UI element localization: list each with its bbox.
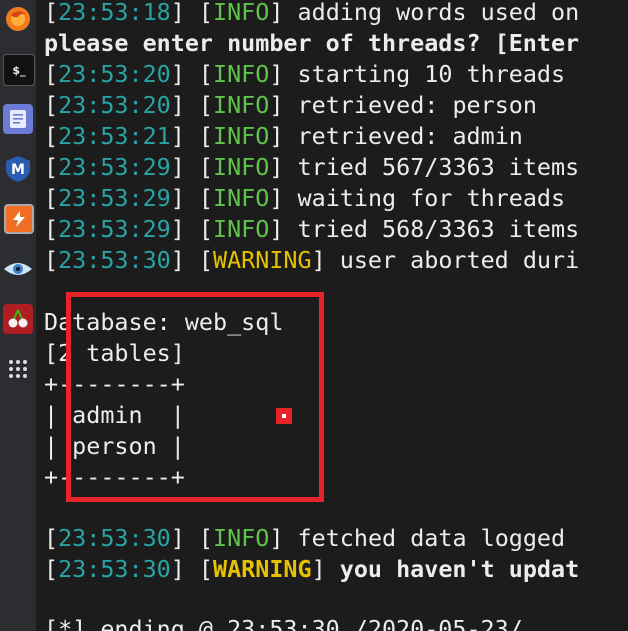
log-timestamp: 23:53:29 [58, 184, 171, 212]
log-line: [23:53:20] [INFO] starting 10 threads [44, 60, 566, 88]
cursor-marker [276, 408, 292, 424]
log-timestamp: 23:53:20 [58, 91, 171, 119]
cherrytree-icon[interactable] [3, 304, 33, 334]
log-level: INFO [213, 122, 270, 150]
eye-icon[interactable] [3, 254, 33, 284]
terminal-output[interactable]: [23:53:18] [INFO] adding words used on p… [36, 0, 628, 631]
log-line: [23:53:29] [INFO] tried 568/3363 items [44, 215, 580, 243]
log-line: [23:53:20] [INFO] retrieved: person [44, 91, 537, 119]
log-timestamp: 23:53:30 [58, 246, 171, 274]
burpsuite-icon[interactable] [4, 204, 34, 234]
log-message: fetched data logged [283, 524, 566, 552]
log-line: [23:53:18] [INFO] adding words used on [44, 0, 580, 26]
log-message: user aborted duri [325, 246, 580, 274]
log-line: [23:53:30] [WARNING] user aborted duri [44, 246, 580, 274]
firefox-icon[interactable] [3, 4, 33, 34]
log-level-warning: WARNING [213, 555, 312, 583]
terminal-icon[interactable]: $_ [3, 54, 35, 86]
text-editor-icon[interactable] [3, 104, 33, 134]
log-timestamp: 23:53:30 [58, 524, 171, 552]
log-level: INFO [213, 524, 270, 552]
threads-prompt: please enter number of threads? [Enter [44, 29, 580, 57]
log-timestamp: 23:53:21 [58, 122, 171, 150]
log-message: retrieved: person [283, 91, 537, 119]
log-message: starting 10 threads [283, 60, 566, 88]
log-line: [23:53:30] [WARNING] you haven't updat [44, 555, 580, 583]
log-message: retrieved: admin [283, 122, 523, 150]
log-timestamp: 23:53:30 [58, 555, 171, 583]
log-line: [23:53:29] [INFO] tried 567/3363 items [44, 153, 580, 181]
app-dock: $_ M [0, 0, 37, 631]
log-timestamp: 23:53:29 [58, 215, 171, 243]
log-timestamp: 23:53:29 [58, 153, 171, 181]
log-message: waiting for threads [283, 184, 566, 212]
log-timestamp: 23:53:20 [58, 60, 171, 88]
log-level: INFO [213, 153, 270, 181]
app-grid-icon[interactable] [3, 354, 33, 384]
highlight-box [66, 292, 324, 502]
log-message: adding words used on [283, 0, 580, 26]
log-message: tried 567/3363 items [283, 153, 580, 181]
log-level: INFO [213, 60, 270, 88]
svg-text:M: M [11, 162, 25, 178]
log-level: INFO [213, 91, 270, 119]
log-line: [23:53:30] [INFO] fetched data logged [44, 524, 566, 552]
log-line: [23:53:21] [INFO] retrieved: admin [44, 122, 523, 150]
metasploit-icon[interactable]: M [3, 154, 33, 184]
log-timestamp: 23:53:18 [58, 0, 171, 26]
log-line: [23:53:29] [INFO] waiting for threads [44, 184, 566, 212]
log-level: INFO [213, 0, 270, 26]
log-message: you haven't updat [325, 555, 580, 583]
session-ending-line: [*] ending @ 23:53:30 /2020-05-23/ [44, 615, 523, 631]
log-level-warning: WARNING [213, 246, 312, 274]
log-level: INFO [213, 215, 270, 243]
log-message: tried 568/3363 items [283, 215, 580, 243]
terminal-icon-glyph: $_ [12, 63, 26, 77]
log-level: INFO [213, 184, 270, 212]
